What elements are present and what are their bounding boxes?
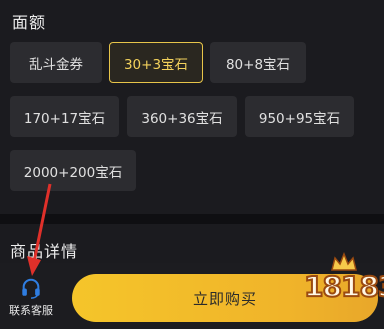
watermark-text: 18183 bbox=[303, 269, 384, 304]
option-950-95-gems[interactable]: 950+95宝石 bbox=[245, 96, 354, 137]
watermark-logo: 18183 bbox=[300, 252, 384, 316]
headset-icon bbox=[22, 278, 40, 299]
app-root: 面额 乱斗金券 30+3宝石 80+8宝石 170+17宝石 360+36宝石 … bbox=[0, 0, 384, 329]
section-divider bbox=[0, 214, 384, 224]
crown-icon bbox=[331, 252, 357, 271]
customer-service-button[interactable]: 联系客服 bbox=[0, 273, 62, 323]
option-luandou-jinquan[interactable]: 乱斗金券 bbox=[10, 42, 102, 83]
option-30-3-gems[interactable]: 30+3宝石 bbox=[109, 42, 203, 83]
option-170-17-gems[interactable]: 170+17宝石 bbox=[10, 96, 119, 137]
option-2000-200-gems[interactable]: 2000+200宝石 bbox=[10, 150, 136, 191]
option-80-8-gems[interactable]: 80+8宝石 bbox=[210, 42, 306, 83]
option-360-36-gems[interactable]: 360+36宝石 bbox=[127, 96, 237, 137]
denomination-title: 面额 bbox=[12, 13, 47, 32]
customer-service-label: 联系客服 bbox=[9, 304, 53, 317]
product-details-title: 商品详情 bbox=[10, 242, 79, 261]
